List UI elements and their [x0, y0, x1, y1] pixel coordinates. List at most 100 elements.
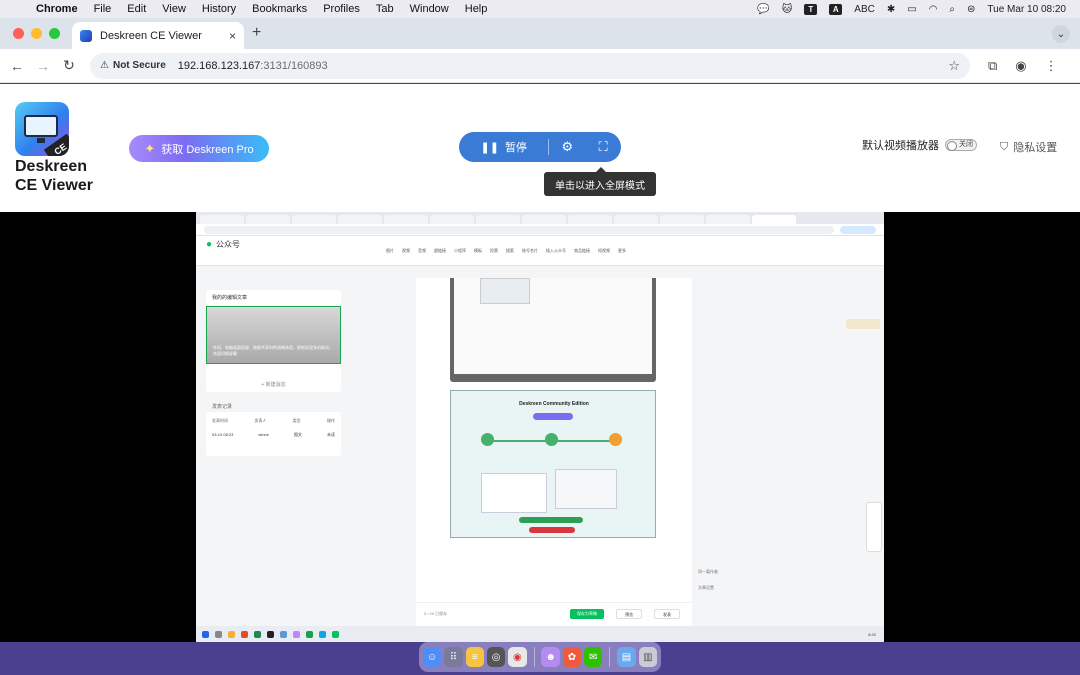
remote-image-2: Deskreen Community Edition	[450, 390, 656, 538]
taskbar-app-icon	[254, 630, 261, 638]
video-player-setting: 默认视频播放器 关闭	[862, 137, 977, 153]
remote-menu-item: 模板	[474, 248, 482, 253]
sparkle-icon: ✦	[144, 140, 156, 156]
get-pro-button[interactable]: ✦ 获取 Deskreen Pro	[129, 135, 269, 162]
spotlight-search-icon[interactable]: ⌕	[949, 4, 955, 15]
menu-app-name[interactable]: Chrome	[28, 3, 86, 15]
forward-arrow-icon[interactable]: →	[30, 58, 56, 74]
remote-menu-item: 插入公众号	[546, 248, 566, 253]
control-center-icon[interactable]: ⊜	[967, 4, 975, 15]
remote-preview-button: 预览	[616, 608, 642, 619]
stream-control-bar: ❚❚ 暂停 ⚙ ⛶	[459, 132, 621, 162]
url-path: :3131/160893	[260, 59, 328, 72]
menu-window[interactable]: Window	[402, 3, 457, 15]
activity-monitor-icon[interactable]: ◎	[486, 647, 506, 667]
minimize-window-button[interactable]	[31, 28, 42, 39]
tab-close-icon[interactable]: ×	[229, 29, 236, 43]
remote-preview-panel	[555, 469, 617, 509]
remote-editor: Deskreen Community Edition	[416, 278, 692, 628]
remote-info-col: 类型	[292, 418, 301, 423]
remote-clock: 8:20	[868, 631, 876, 637]
remote-draft-thumbnail: 外机、电脑画面投屏、跨屏共享时的流畅体验，即刻实现多机联动，快速切换屏幕	[206, 306, 341, 364]
menu-profiles[interactable]: Profiles	[315, 3, 368, 15]
video-player-toggle[interactable]: 关闭	[945, 139, 977, 151]
tab-search-icon[interactable]: ⌄	[1052, 25, 1070, 43]
remote-taskbar: 8:20	[196, 626, 884, 642]
trash-icon[interactable]: ▥	[638, 647, 657, 667]
remote-publish-button: 发表	[654, 608, 680, 619]
remote-screen[interactable]: ● 公众号 图片 视频 音频 超链接 小程序 模板 投票 搜索 账号名片 插入公…	[196, 212, 884, 642]
reload-icon[interactable]: ↻	[56, 57, 82, 74]
bluetooth-icon[interactable]: ✱	[887, 4, 895, 15]
logo-ce-badge: CE	[43, 133, 69, 156]
menu-view[interactable]: View	[154, 3, 194, 15]
menu-clock[interactable]: Tue Mar 10 08:20	[987, 4, 1066, 15]
taskbar-app-icon	[267, 630, 274, 638]
settings-gear-icon[interactable]: ⚙	[549, 139, 585, 155]
remote-menu-item: 商品链接	[574, 248, 590, 253]
remote-floating-badge	[846, 319, 880, 329]
fullscreen-icon[interactable]: ⛶	[585, 139, 621, 155]
dock-divider	[609, 647, 611, 667]
input-method-icon[interactable]: A	[829, 3, 843, 15]
bookmark-star-icon[interactable]: ☆	[948, 58, 960, 74]
privacy-settings-button[interactable]: ⛉ 隐私设置	[1000, 139, 1057, 155]
extensions-icon[interactable]: ⧉	[988, 58, 997, 74]
browser-toolbar: ← → ↻ ⚠ Not Secure 192.168.123.167:3131/…	[0, 49, 1080, 83]
chrome-icon[interactable]: ◉	[508, 647, 527, 667]
finder-icon[interactable]: ☺	[423, 647, 442, 667]
wifi-icon[interactable]: ◠	[929, 4, 938, 15]
menu-tab[interactable]: Tab	[368, 3, 402, 15]
stream-viewer[interactable]: ● 公众号 图片 视频 音频 超链接 小程序 模板 投票 搜索 账号名片 插入公…	[0, 212, 1080, 642]
wechat-icon[interactable]: 💬	[757, 4, 769, 15]
remote-url	[204, 225, 834, 234]
remote-tab	[384, 215, 428, 224]
remote-tab	[246, 215, 290, 224]
menu-help[interactable]: Help	[457, 3, 496, 15]
folder-icon[interactable]: ▤	[617, 647, 636, 667]
remote-address-bar	[196, 224, 884, 236]
remote-image-2-title: Deskreen Community Edition	[519, 401, 589, 407]
browser-tab[interactable]: Deskreen CE Viewer ×	[72, 22, 244, 49]
pause-button[interactable]: ❚❚ 暂停	[459, 139, 548, 155]
remote-menu-item: 音频	[418, 248, 426, 253]
remote-tab	[338, 215, 382, 224]
security-indicator[interactable]: ⚠ Not Secure	[100, 60, 178, 71]
macos-dock: ☺ ⠿ ≡ ◎ ◉ ☻ ✿ ✉ ▤ ▥	[419, 642, 661, 672]
close-window-button[interactable]	[13, 28, 24, 39]
menu-file[interactable]: File	[86, 3, 120, 15]
input-source-label[interactable]: ABC	[854, 4, 875, 15]
menu-bookmarks[interactable]: Bookmarks	[244, 3, 315, 15]
remote-tab-strip	[196, 212, 884, 224]
launchpad-icon[interactable]: ⠿	[444, 647, 463, 667]
cat-app-icon[interactable]: ☻	[541, 647, 560, 667]
remote-step-circle	[545, 433, 558, 446]
more-menu-icon[interactable]: ⋮	[1045, 58, 1058, 74]
notes-icon[interactable]: ≡	[465, 647, 484, 667]
remote-menu-item: 账号名片	[522, 248, 538, 253]
wechat-dock-icon[interactable]: ✉	[584, 647, 603, 667]
address-bar[interactable]: ⚠ Not Secure 192.168.123.167:3131/160893…	[90, 52, 970, 79]
remote-info-col: 操作	[326, 418, 335, 423]
zoom-window-button[interactable]	[49, 28, 60, 39]
windows-start-icon	[202, 630, 209, 638]
battery-icon[interactable]: ▭	[907, 4, 916, 15]
new-tab-button[interactable]: +	[252, 24, 261, 42]
photos-icon[interactable]: ✿	[562, 647, 582, 667]
remote-info-header: 发表时间 发表人 类型 操作	[206, 412, 341, 424]
menu-history[interactable]: History	[194, 3, 244, 15]
dock-divider	[533, 647, 535, 667]
menu-edit[interactable]: Edit	[119, 3, 154, 15]
remote-side-item: 同一篇作者	[698, 569, 718, 574]
remote-step-circle	[609, 433, 622, 446]
cat-icon[interactable]: 🐱	[782, 4, 792, 15]
remote-feedback-tab	[866, 502, 882, 552]
profile-icon[interactable]: ◉	[1015, 58, 1026, 74]
monitor-icon	[24, 115, 58, 137]
text-icon[interactable]: T	[804, 3, 818, 15]
window-controls	[13, 28, 60, 39]
back-arrow-icon[interactable]: ←	[4, 58, 30, 74]
remote-tab	[430, 215, 474, 224]
remote-tab	[706, 215, 750, 224]
pause-label: 暂停	[504, 142, 527, 154]
